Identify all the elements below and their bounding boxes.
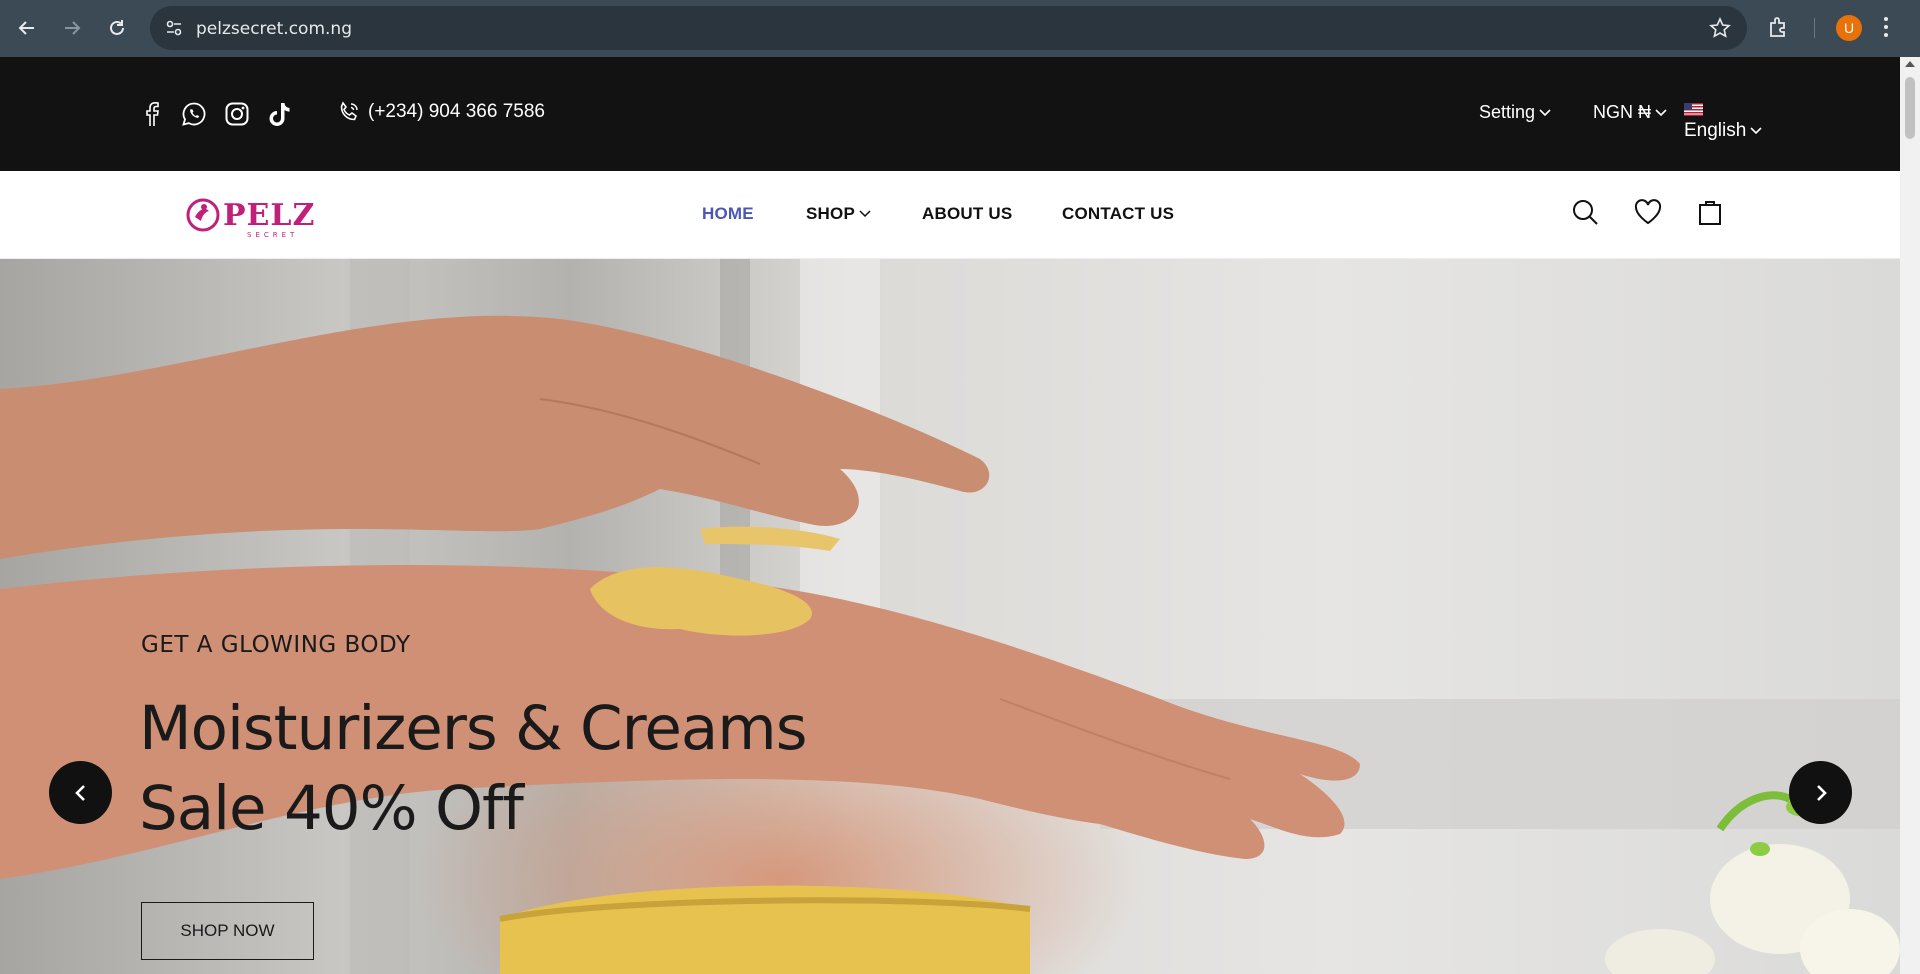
nav-about-label: ABOUT US	[922, 204, 1013, 223]
nav-contact-label: CONTACT US	[1062, 204, 1175, 223]
nav-about-us[interactable]: ABOUT US	[922, 204, 1012, 224]
svg-text:PELZ: PELZ	[223, 198, 315, 233]
star-icon[interactable]	[1709, 17, 1731, 44]
search-icon[interactable]	[1569, 196, 1601, 228]
language-label: English	[1684, 120, 1747, 141]
shopping-bag-icon[interactable]	[1694, 196, 1726, 228]
chevron-down-icon	[1539, 108, 1551, 116]
us-flag-icon	[1684, 103, 1703, 116]
chevron-right-icon	[1816, 784, 1827, 801]
chevron-left-icon	[74, 784, 85, 801]
chevron-down-icon	[859, 210, 871, 218]
main-navigation: PELZ SECRET HOME SHOP ABOUT US CONTACT U…	[0, 171, 1900, 259]
site-settings-icon[interactable]	[164, 18, 184, 43]
nav-shop-label: SHOP	[806, 204, 855, 223]
hero-background-image	[0, 259, 1900, 974]
chevron-down-icon	[1655, 108, 1667, 116]
instagram-icon[interactable]	[223, 100, 251, 128]
profile-avatar[interactable]: U	[1836, 15, 1862, 41]
page-scrollbar[interactable]	[1900, 57, 1920, 974]
url-text[interactable]: pelzsecret.com.ng	[196, 19, 352, 39]
hero-title-line-1: Moisturizers & Creams	[139, 693, 807, 764]
wishlist-heart-icon[interactable]	[1632, 196, 1664, 228]
phone-number[interactable]: (+234) 904 366 7586	[368, 101, 545, 123]
setting-dropdown[interactable]: Setting	[1479, 102, 1551, 123]
hero-slider: GET A GLOWING BODY Moisturizers & Creams…	[0, 259, 1900, 974]
reload-icon[interactable]	[101, 12, 133, 44]
hero-subtitle: GET A GLOWING BODY	[141, 632, 411, 658]
nav-shop[interactable]: SHOP	[806, 204, 871, 224]
language-dropdown[interactable]: English	[1684, 103, 1762, 142]
extensions-icon[interactable]	[1766, 14, 1792, 45]
nav-contact-us[interactable]: CONTACT US	[1062, 204, 1174, 224]
svg-text:SECRET: SECRET	[247, 231, 298, 239]
forward-arrow-icon[interactable]	[56, 12, 88, 44]
setting-label: Setting	[1479, 102, 1536, 122]
currency-dropdown[interactable]: NGN ₦	[1593, 102, 1667, 123]
back-arrow-icon[interactable]	[11, 12, 43, 44]
site-logo[interactable]: PELZ SECRET	[183, 193, 317, 241]
site-top-bar: (+234) 904 366 7586 Setting NGN ₦ Englis…	[0, 57, 1900, 171]
hero-title-line-2: Sale 40% Off	[139, 773, 524, 844]
nav-home-label: HOME	[702, 204, 754, 223]
hero-title: Moisturizers & Creams Sale 40% Off	[139, 689, 807, 849]
browser-toolbar: pelzsecret.com.ng U	[0, 0, 1920, 57]
toolbar-divider	[1814, 18, 1815, 38]
shop-now-button[interactable]: SHOP NOW	[141, 902, 314, 960]
slider-next-button[interactable]	[1789, 761, 1852, 824]
facebook-icon[interactable]	[138, 100, 166, 128]
scroll-up-arrow-icon[interactable]	[1905, 61, 1915, 67]
nav-home[interactable]: HOME	[702, 204, 754, 224]
tiktok-icon[interactable]	[266, 100, 294, 128]
slider-prev-button[interactable]	[49, 761, 112, 824]
phone-icon	[340, 101, 358, 121]
scrollbar-thumb[interactable]	[1905, 77, 1915, 139]
phone-contact[interactable]: (+234) 904 366 7586	[338, 101, 545, 123]
whatsapp-icon[interactable]	[180, 100, 208, 128]
address-bar[interactable]: pelzsecret.com.ng	[150, 6, 1747, 50]
more-menu-icon[interactable]	[1882, 14, 1890, 45]
currency-label: NGN ₦	[1593, 102, 1651, 122]
chevron-down-icon	[1750, 127, 1762, 135]
